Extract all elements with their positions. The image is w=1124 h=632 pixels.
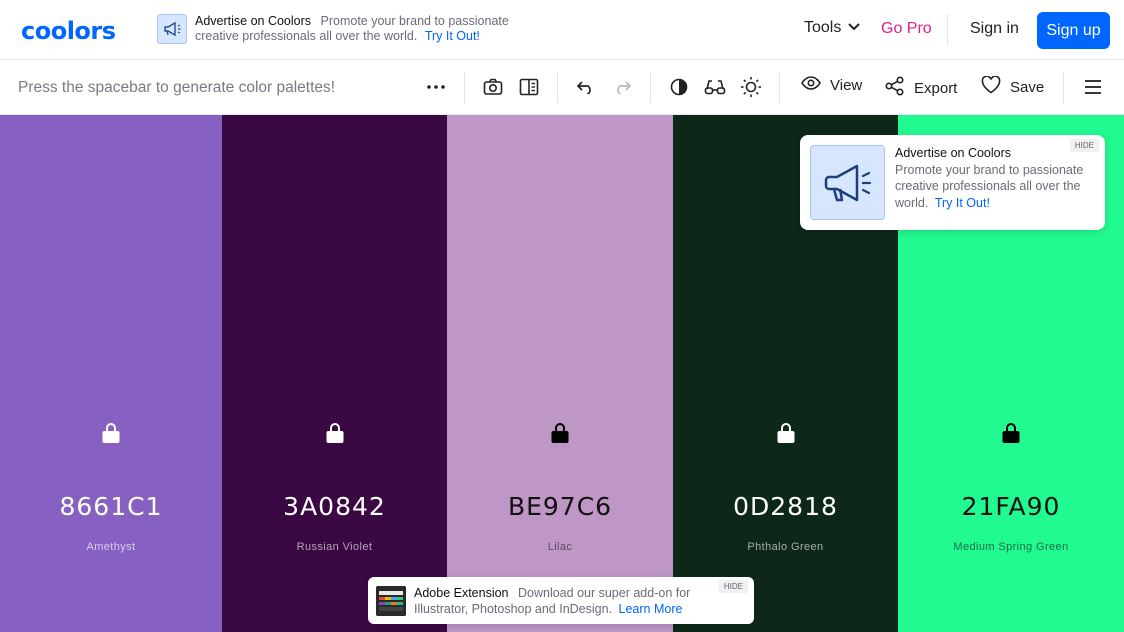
header-ad-link[interactable]: Try It Out! [425,29,480,43]
share-icon [885,76,905,100]
split-view-icon[interactable] [518,76,540,98]
unlock-icon[interactable] [550,422,570,449]
unlock-icon[interactable] [1001,422,1021,449]
sign-up-button[interactable]: Sign up [1037,12,1110,49]
contrast-icon[interactable] [668,76,690,98]
megaphone-icon [810,145,885,220]
header-ad-text: Advertise on Coolors Promote your brand … [195,14,527,44]
top-navigation: coolors Advertise on Coolors Promote you… [0,0,1124,60]
heart-icon [981,75,1001,98]
header-ad-title: Advertise on Coolors [195,14,312,28]
undo-icon[interactable] [575,76,597,98]
divider [1063,72,1064,103]
color-hex-code[interactable]: 3A0842 [222,492,447,521]
divider [779,72,780,103]
divider [650,72,651,103]
hide-ad-button[interactable]: HIDE [718,580,748,593]
save-button[interactable]: Save [981,75,1045,98]
redo-icon[interactable] [611,76,633,98]
divider [947,14,948,46]
unlock-icon[interactable] [101,422,121,449]
color-swatch[interactable]: 8661C1 Amethyst [0,115,222,632]
color-hex-code[interactable]: 8661C1 [0,492,222,521]
floating-ad-link[interactable]: Try It Out! [935,196,990,210]
more-options-icon[interactable] [425,76,447,98]
brightness-icon[interactable] [740,76,762,98]
spacebar-hint: Press the spacebar to generate color pal… [18,79,336,96]
color-hex-code[interactable]: 0D2818 [673,492,898,521]
bottom-ad[interactable]: Adobe Extension Download our super add-o… [368,577,754,624]
export-label: Export [914,79,958,97]
bottom-ad-link[interactable]: Learn More [619,602,683,616]
divider [464,72,465,103]
adobe-extension-thumbnail [376,586,406,616]
save-label: Save [1010,78,1045,96]
coolors-logo[interactable]: coolors [21,17,116,45]
eye-icon [801,76,821,94]
unlock-icon[interactable] [325,422,345,449]
export-button[interactable]: Export [885,76,957,100]
floating-ad-title: Advertise on Coolors [895,146,1012,160]
divider [557,72,558,103]
hamburger-menu-icon[interactable] [1082,76,1104,98]
floating-ad[interactable]: Advertise on Coolors Promote your brand … [800,135,1105,230]
view-button[interactable]: View [801,76,862,94]
color-swatch[interactable]: BE97C6 Lilac [447,115,673,632]
tools-menu[interactable]: Tools [804,19,861,37]
color-name[interactable]: Medium Spring Green [898,541,1124,553]
header-ad[interactable]: Advertise on Coolors Promote your brand … [157,14,527,44]
chevron-down-icon [847,19,861,37]
go-pro-link[interactable]: Go Pro [881,20,932,38]
tools-label: Tools [804,19,842,36]
color-hex-code[interactable]: BE97C6 [447,492,673,521]
megaphone-icon [157,14,187,44]
color-swatch[interactable]: 3A0842 Russian Violet [222,115,447,632]
color-name[interactable]: Phthalo Green [673,541,898,553]
color-hex-code[interactable]: 21FA90 [898,492,1124,521]
palette-toolbar: Press the spacebar to generate color pal… [0,60,1124,115]
sign-in-link[interactable]: Sign in [970,20,1019,38]
camera-icon[interactable] [482,76,504,98]
color-name[interactable]: Russian Violet [222,541,447,553]
bottom-ad-text: Adobe Extension Download our super add-o… [414,585,714,617]
color-name[interactable]: Lilac [447,541,673,553]
floating-ad-text: Advertise on Coolors Promote your brand … [895,145,1095,211]
color-name[interactable]: Amethyst [0,541,222,553]
unlock-icon[interactable] [776,422,796,449]
hide-ad-button[interactable]: HIDE [1069,139,1099,152]
glasses-icon[interactable] [704,76,726,98]
bottom-ad-title: Adobe Extension [414,586,509,600]
view-label: View [830,76,863,94]
